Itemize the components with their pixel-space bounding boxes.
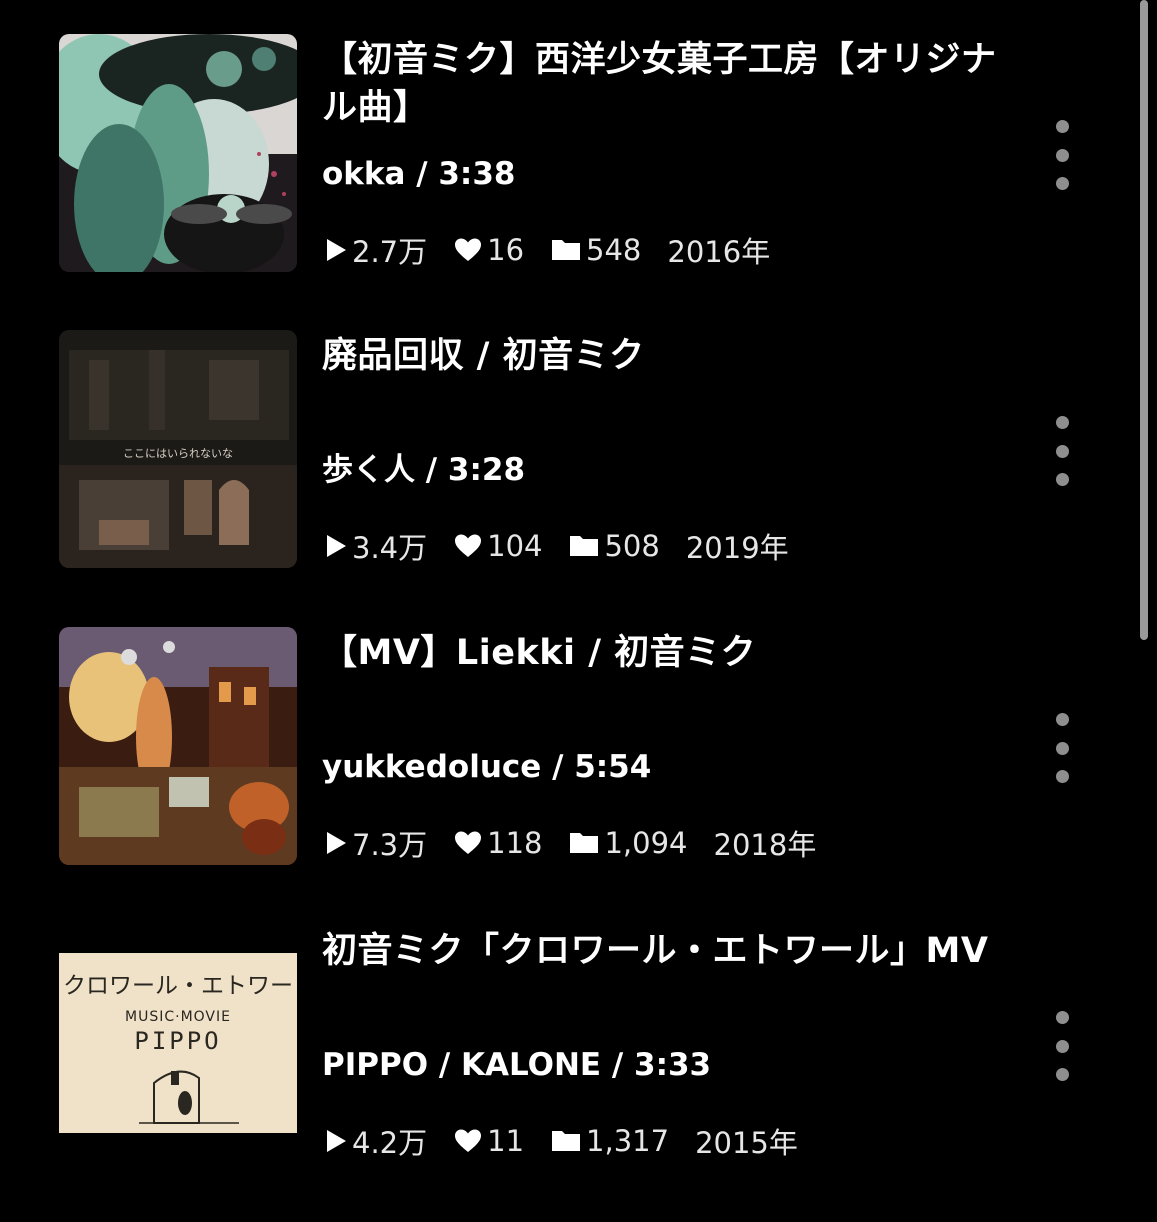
scrollbar[interactable] [1140, 0, 1148, 640]
views-count: 7.3万 [352, 828, 428, 862]
thumbnail-dark-ruined-house: ここにはいられないな [59, 330, 297, 568]
upload-year: 2019年 [685, 531, 789, 565]
views-stat: 2.7万 [324, 229, 427, 271]
more-vertical-icon[interactable] [1047, 713, 1077, 783]
play-icon [327, 1130, 346, 1152]
video-item[interactable]: ここにはいられないな 廃品回収 / 初音ミク 歩く人 / 3:28 3.4万 1… [0, 330, 1130, 627]
likes-stat: 104 [453, 529, 542, 563]
folder-icon [570, 536, 599, 556]
heart-icon [455, 831, 482, 854]
thumbnail-orange-painted-room [59, 627, 297, 865]
mylists-count: 508 [604, 529, 660, 563]
mylists-count: 548 [586, 233, 642, 267]
likes-count: 118 [487, 826, 543, 860]
likes-stat: 118 [453, 826, 542, 860]
likes-stat: 16 [453, 233, 524, 267]
thumbnail-green-hair-witch-girl [59, 34, 297, 272]
video-thumbnail[interactable]: クロワール・エトワー MUSIC·MOVIE PIPPO [59, 953, 297, 1133]
video-thumbnail[interactable]: ここにはいられないな [59, 330, 297, 568]
more-vertical-icon[interactable] [1047, 1011, 1077, 1081]
play-icon [327, 239, 346, 261]
video-stats: 2.7万 16 548 2016年 [324, 230, 796, 270]
video-thumbnail[interactable] [59, 34, 297, 272]
mylists-stat: 548 [550, 233, 641, 267]
video-title[interactable]: 廃品回収 / 初音ミク [322, 332, 1002, 380]
folder-icon [552, 240, 581, 260]
likes-count: 104 [487, 529, 543, 563]
upload-year: 2015年 [695, 1126, 798, 1160]
mylists-stat: 1,094 [568, 826, 688, 860]
folder-icon [570, 833, 599, 853]
video-title[interactable]: 【初音ミク】西洋少女菓子工房【オリジナル曲】 [322, 36, 1002, 132]
views-count: 2.7万 [352, 235, 428, 269]
video-uploader-duration: yukkedoluce / 5:54 [322, 749, 652, 785]
likes-stat: 11 [453, 1124, 524, 1158]
upload-year: 2016年 [667, 235, 771, 269]
views-stat: 4.2万 [324, 1120, 427, 1162]
mylists-count: 1,317 [586, 1124, 670, 1158]
views-stat: 3.4万 [324, 525, 427, 567]
video-stats: 3.4万 104 508 2019年 [324, 526, 815, 566]
video-item[interactable]: 【MV】Liekki / 初音ミク yukkedoluce / 5:54 7.3… [0, 627, 1130, 924]
video-stats: 7.3万 118 1,094 2018年 [324, 823, 842, 863]
thumbnail-caption: ここにはいられないな [123, 447, 233, 460]
video-item[interactable]: クロワール・エトワー MUSIC·MOVIE PIPPO 初音ミク「クロワール・… [0, 925, 1130, 1222]
mylists-stat: 508 [568, 529, 660, 563]
more-vertical-icon[interactable] [1047, 120, 1077, 190]
likes-count: 11 [487, 1124, 525, 1158]
thumbnail-caption-music-movie: MUSIC·MOVIE [125, 1009, 231, 1025]
video-uploader-duration: PIPPO / KALONE / 3:33 [322, 1047, 712, 1083]
heart-icon [455, 238, 482, 261]
video-thumbnail[interactable] [59, 627, 297, 865]
video-title[interactable]: 【MV】Liekki / 初音ミク [322, 629, 1002, 677]
thumbnail-caption-pippo: PIPPO [134, 1027, 221, 1055]
video-stats: 4.2万 11 1,317 2015年 [324, 1121, 824, 1161]
views-stat: 7.3万 [324, 822, 427, 864]
folder-icon [552, 1131, 581, 1151]
likes-count: 16 [487, 233, 525, 267]
mylists-count: 1,094 [604, 826, 688, 860]
views-count: 4.2万 [352, 1126, 428, 1160]
upload-year: 2018年 [713, 828, 817, 862]
more-vertical-icon[interactable] [1047, 416, 1077, 486]
video-uploader-duration: okka / 3:38 [322, 156, 516, 192]
play-icon [327, 535, 346, 557]
video-item[interactable]: 【初音ミク】西洋少女菓子工房【オリジナル曲】 okka / 3:38 2.7万 … [0, 34, 1130, 331]
heart-icon [455, 1129, 482, 1152]
thumbnail-caption: クロワール・エトワー [63, 973, 293, 999]
views-count: 3.4万 [352, 531, 428, 565]
play-icon [327, 832, 346, 854]
video-list: 【初音ミク】西洋少女菓子工房【オリジナル曲】 okka / 3:38 2.7万 … [0, 0, 1157, 1200]
mylists-stat: 1,317 [550, 1124, 669, 1158]
thumbnail-beige-pippo-card: クロワール・エトワー MUSIC·MOVIE PIPPO [59, 953, 297, 1133]
heart-icon [455, 534, 482, 557]
video-title[interactable]: 初音ミク「クロワール・エトワール」MV [322, 927, 1002, 975]
video-uploader-duration: 歩く人 / 3:28 [322, 452, 526, 488]
